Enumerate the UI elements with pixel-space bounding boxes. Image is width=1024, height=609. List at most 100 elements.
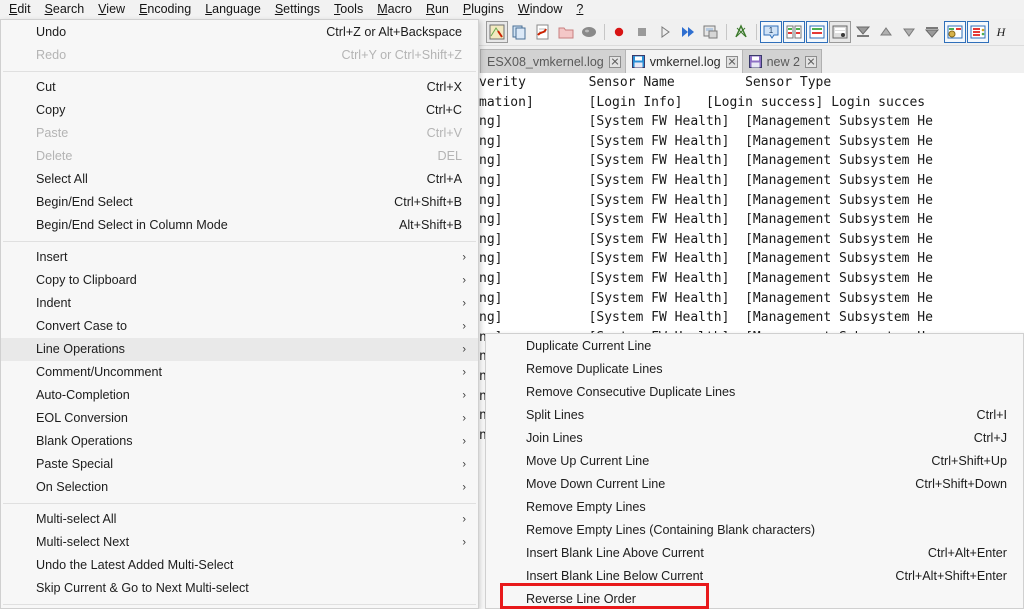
document-tab-2[interactable]: new 2: [741, 49, 822, 73]
open-folder-icon[interactable]: [555, 21, 577, 43]
menubar-item-encoding[interactable]: Encoding: [132, 0, 198, 19]
edit-menu-item-eol-conversion[interactable]: EOL Conversion ›: [1, 407, 478, 430]
line-ops-item-remove-consecutive-duplicate-lines[interactable]: Remove Consecutive Duplicate Lines: [486, 381, 1023, 404]
menu-bar: Edit Search View Encoding Language Settings To…: [0, 0, 1024, 19]
menubar-item-tools[interactable]: Tools: [327, 0, 370, 19]
edit-menu-item-copy-to-clipboard[interactable]: Copy to Clipboard ›: [1, 269, 478, 292]
menu-item-label: Indent: [36, 296, 72, 310]
menu-item-label: Insert Blank Line Above Current: [526, 546, 704, 560]
navigation-bar-icon[interactable]: [967, 21, 989, 43]
chevron-right-icon: ›: [462, 274, 466, 286]
menu-item-shortcut: Ctrl+Shift+Up: [931, 454, 1007, 468]
edit-menu-item-multi-select-next[interactable]: Multi-select Next ›: [1, 531, 478, 554]
line-ops-item-move-down-current-line[interactable]: Move Down Current Line Ctrl+Shift+Down: [486, 473, 1023, 496]
document-tab-1[interactable]: vmkernel.log: [624, 49, 743, 73]
line-ops-item-remove-empty-lines-containing-blank-characters[interactable]: Remove Empty Lines (Containing Blank cha…: [486, 519, 1023, 542]
edit-menu-item-begin-end-select[interactable]: Begin/End Select Ctrl+Shift+B: [1, 191, 478, 214]
chevron-right-icon: ›: [462, 481, 466, 493]
line-ops-item-remove-duplicate-lines[interactable]: Remove Duplicate Lines: [486, 358, 1023, 381]
copy-icon[interactable]: [509, 21, 531, 43]
next-diff-icon[interactable]: [898, 21, 920, 43]
zoom-blob-icon[interactable]: [578, 21, 600, 43]
line-operations-submenu: Duplicate Current Line Remove Duplicate L…: [485, 333, 1024, 609]
tab-close-icon[interactable]: [608, 55, 621, 68]
compare-selected-icon[interactable]: [806, 21, 828, 43]
menu-item-label: Convert Case to: [36, 319, 127, 333]
diff-settings-icon[interactable]: [944, 21, 966, 43]
menubar-item-settings[interactable]: Settings: [268, 0, 327, 19]
macro-play-icon[interactable]: [654, 21, 676, 43]
edit-menu-item-paste[interactable]: Paste Ctrl+V: [1, 122, 478, 145]
edit-menu-item-cut[interactable]: Cut Ctrl+X: [1, 76, 478, 99]
edit-menu-item-undo[interactable]: Undo Ctrl+Z or Alt+Backspace: [1, 21, 478, 44]
compare-icon[interactable]: [783, 21, 805, 43]
clipboard-compare-icon[interactable]: [829, 21, 851, 43]
edit-menu-item-on-selection[interactable]: On Selection ›: [1, 476, 478, 499]
document-tab-0[interactable]: ESX08_vmkernel.log: [480, 49, 626, 73]
edit-menu-item-redo[interactable]: Redo Ctrl+Y or Ctrl+Shift+Z: [1, 44, 478, 67]
chevron-right-icon: ›: [462, 343, 466, 355]
edit-menu-item-select-all[interactable]: Select All Ctrl+A: [1, 168, 478, 191]
chevron-right-icon: ›: [462, 513, 466, 525]
menu-item-shortcut: Ctrl+J: [973, 431, 1007, 445]
menu-item-label: Cut: [36, 80, 56, 94]
edit-menu-item-paste-special[interactable]: Paste Special ›: [1, 453, 478, 476]
line-ops-item-insert-blank-line-below-current[interactable]: Insert Blank Line Below Current Ctrl+Alt+…: [486, 565, 1023, 588]
editor-line: ng] [System FW Health] [Management Subsy…: [479, 310, 933, 326]
macro-run-multiple-icon[interactable]: [677, 21, 699, 43]
line-ops-item-insert-blank-line-above-current[interactable]: Insert Blank Line Above Current Ctrl+Alt+…: [486, 542, 1023, 565]
edit-menu-item-indent[interactable]: Indent ›: [1, 292, 478, 315]
first-diff-icon[interactable]: [852, 21, 874, 43]
edit-menu-item-undo-the-latest-added-multi-select[interactable]: Undo the Latest Added Multi-Select: [1, 554, 478, 577]
edit-menu-item-line-operations[interactable]: Line Operations ›: [1, 338, 478, 361]
editor-line: ng] [System FW Health] [Management Subsy…: [479, 192, 933, 208]
menu-item-shortcut: Alt+Shift+B: [398, 218, 462, 232]
edit-menu-item-blank-operations[interactable]: Blank Operations ›: [1, 430, 478, 453]
edit-menu-item-copy[interactable]: Copy Ctrl+C: [1, 99, 478, 122]
line-ops-item-reverse-line-order[interactable]: Reverse Line Order: [486, 588, 1023, 608]
macro-stop-icon[interactable]: [631, 21, 653, 43]
line-ops-item-duplicate-current-line[interactable]: Duplicate Current Line: [486, 335, 1023, 358]
tab-close-icon[interactable]: [725, 55, 738, 68]
menu-item-label: Begin/End Select: [36, 195, 133, 209]
line-ops-item-join-lines[interactable]: Join Lines Ctrl+J: [486, 427, 1023, 450]
menubar-item-label: ools: [340, 2, 364, 16]
menubar-item--[interactable]: ?: [569, 0, 590, 19]
menu-item-shortcut: Ctrl+Shift+Down: [915, 477, 1007, 491]
edit-menu-item-convert-case-to[interactable]: Convert Case to ›: [1, 315, 478, 338]
menubar-item-plugins[interactable]: Plugins: [456, 0, 511, 19]
edit-menu-item-multi-select-all[interactable]: Multi-select All ›: [1, 508, 478, 531]
line-ops-item-move-up-current-line[interactable]: Move Up Current Line Ctrl+Shift+Up: [486, 450, 1023, 473]
line-ops-item-remove-empty-lines[interactable]: Remove Empty Lines: [486, 496, 1023, 519]
menubar-item-view[interactable]: View: [91, 0, 132, 19]
tab-close-icon[interactable]: [804, 55, 817, 68]
run-icon[interactable]: [730, 21, 752, 43]
macro-record-icon[interactable]: [608, 21, 630, 43]
menubar-item-window[interactable]: Window: [511, 0, 569, 19]
prev-diff-icon[interactable]: [875, 21, 897, 43]
menubar-accel-letter: W: [517, 2, 530, 16]
edit-menu-item-delete[interactable]: Delete DEL: [1, 145, 478, 168]
macro-save-icon[interactable]: [700, 21, 722, 43]
edit-menu-item-begin-end-select-in-column-mode[interactable]: Begin/End Select in Column Mode Alt+Shift…: [1, 214, 478, 237]
edit-menu-item-insert[interactable]: Insert ›: [1, 246, 478, 269]
menubar-item-run[interactable]: Run: [419, 0, 456, 19]
line-ops-item-split-lines[interactable]: Split Lines Ctrl+I: [486, 404, 1023, 427]
menu-item-label: Remove Empty Lines (Containing Blank cha…: [526, 523, 816, 537]
hex-editor-icon[interactable]: H: [990, 21, 1012, 43]
edit-menu-item-auto-completion[interactable]: Auto-Completion ›: [1, 384, 478, 407]
plugin-one-icon[interactable]: 1: [760, 21, 782, 43]
menu-item-label: Duplicate Current Line: [526, 339, 652, 353]
menubar-item-macro[interactable]: Macro: [370, 0, 419, 19]
print-preview-icon[interactable]: [486, 21, 508, 43]
chevron-right-icon: ›: [462, 389, 466, 401]
menubar-item-language[interactable]: Language: [198, 0, 268, 19]
edit-menu-item-comment-uncomment[interactable]: Comment/Uncomment ›: [1, 361, 478, 384]
last-diff-icon[interactable]: [921, 21, 943, 43]
menubar-accel-letter: ?: [576, 2, 584, 16]
find-replace-icon[interactable]: [532, 21, 554, 43]
menubar-item-search[interactable]: Search: [38, 0, 92, 19]
menu-item-label: Multi-select All: [36, 512, 117, 526]
edit-menu-item-skip-current-go-to-next-multi-select[interactable]: Skip Current & Go to Next Multi-select: [1, 577, 478, 600]
menubar-item-edit[interactable]: Edit: [2, 0, 38, 19]
